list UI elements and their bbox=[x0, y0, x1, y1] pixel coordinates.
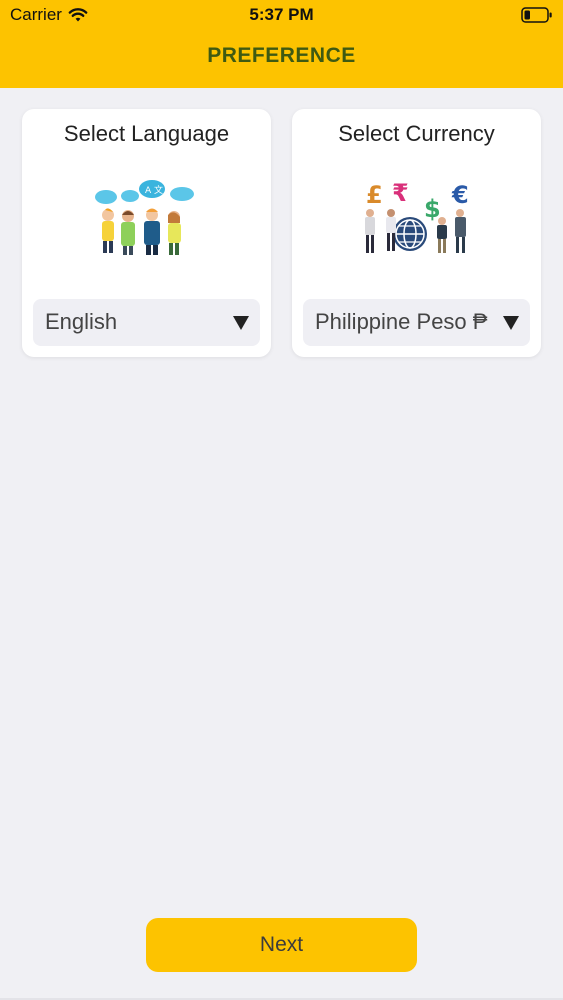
svg-text:A 文: A 文 bbox=[145, 184, 163, 196]
svg-text:$: $ bbox=[424, 195, 441, 223]
currency-card: Select Currency £ ₹ $ € Philippine Peso … bbox=[292, 109, 541, 357]
language-card: Select Language A 文 English bbox=[22, 109, 271, 357]
battery-icon bbox=[521, 7, 552, 23]
header-bar: Carrier 5:37 PM PREFERENCE bbox=[0, 0, 563, 88]
currency-select-value: Philippine Peso ₱ bbox=[315, 309, 488, 334]
next-button[interactable]: Next bbox=[146, 918, 417, 972]
chevron-down-icon bbox=[233, 316, 249, 330]
chevron-down-icon bbox=[503, 316, 519, 330]
svg-text:€: € bbox=[451, 181, 469, 209]
currency-people-icon: £ ₹ $ € bbox=[364, 179, 469, 253]
currency-card-title: Select Currency bbox=[338, 121, 495, 146]
status-time: 5:37 PM bbox=[249, 5, 314, 24]
svg-text:£: £ bbox=[366, 181, 383, 209]
page-title: PREFERENCE bbox=[207, 44, 356, 67]
language-card-title: Select Language bbox=[63, 121, 230, 146]
language-select[interactable]: English bbox=[33, 299, 260, 346]
multilingual-people-icon: A 文 bbox=[94, 180, 194, 255]
status-bar: Carrier 5:37 PM bbox=[0, 0, 563, 30]
currency-select[interactable]: Philippine Peso ₱ bbox=[303, 299, 530, 346]
svg-text:₹: ₹ bbox=[392, 179, 409, 207]
language-select-value: English bbox=[45, 309, 118, 334]
